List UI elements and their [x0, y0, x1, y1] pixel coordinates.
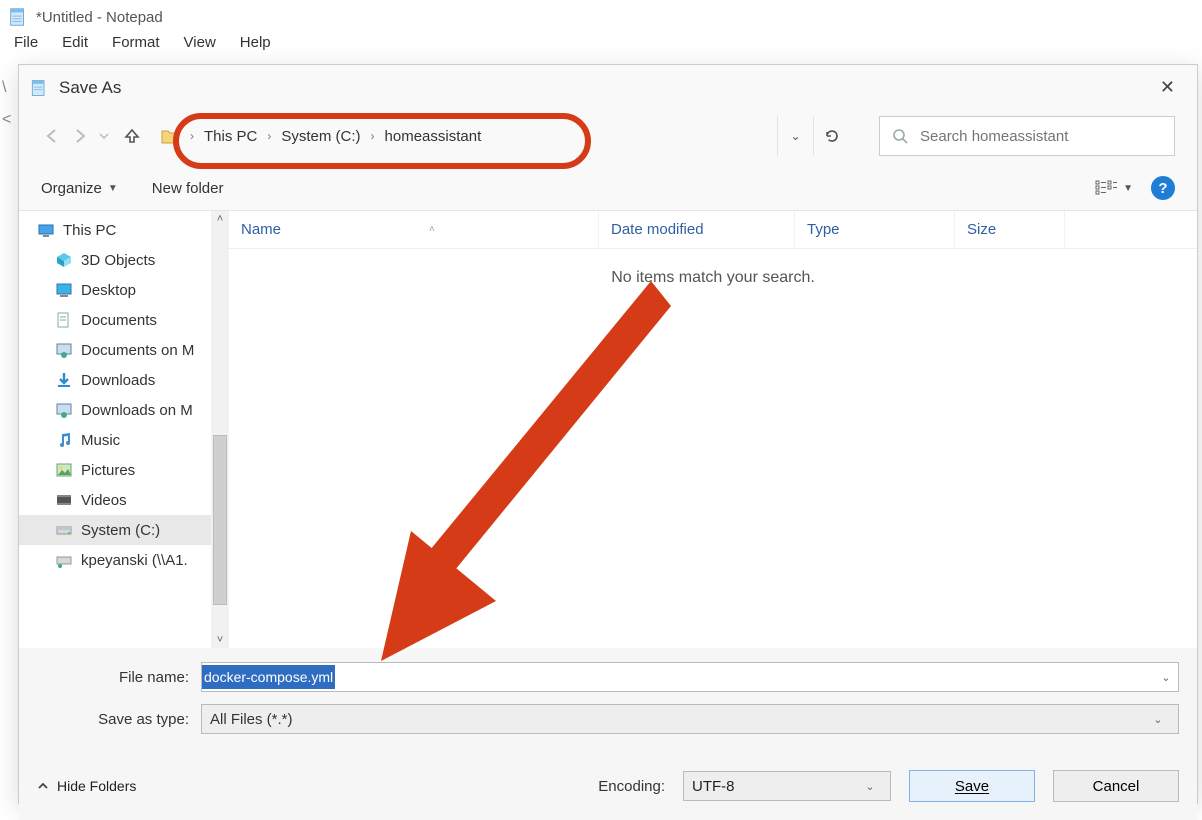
tree-scrollbar[interactable]: ˄ ˅	[211, 211, 229, 648]
chevron-right-icon[interactable]: ›	[267, 129, 271, 143]
tree-item-label: System (C:)	[81, 522, 160, 539]
tree-item-label: Downloads	[81, 372, 155, 389]
chevron-up-icon	[37, 780, 49, 792]
address-bar[interactable]: › This PC › System (C:) › homeassistant	[149, 116, 771, 156]
tree-item[interactable]: Documents	[19, 305, 229, 335]
search-box[interactable]	[879, 116, 1175, 156]
file-name-label: File name:	[37, 669, 201, 686]
tree-item-label: This PC	[63, 222, 116, 239]
view-options-button[interactable]: ▼	[1095, 179, 1133, 197]
tree-item[interactable]: kpeyanski (\\A1.	[19, 545, 229, 575]
help-icon[interactable]: ?	[1151, 176, 1175, 200]
forward-icon[interactable]	[69, 125, 91, 147]
address-dropdown-button[interactable]: ⌄	[777, 116, 813, 156]
menu-help[interactable]: Help	[240, 34, 271, 51]
tree-item[interactable]: Documents on M	[19, 335, 229, 365]
chevron-down-icon[interactable]: ⌄	[1154, 671, 1178, 684]
chevron-right-icon[interactable]: ›	[371, 129, 375, 143]
menu-file[interactable]: File	[14, 34, 38, 51]
tree-item[interactable]: Downloads on M	[19, 395, 229, 425]
tree-item[interactable]: 3D Objects	[19, 245, 229, 275]
notepad-edge-chars: \<	[0, 78, 14, 820]
cancel-button[interactable]: Cancel	[1053, 770, 1179, 802]
save-as-dialog: Save As ✕ › This PC › System (C:)	[18, 64, 1198, 804]
tree-item[interactable]: This PC	[19, 215, 229, 245]
menu-edit[interactable]: Edit	[62, 34, 88, 51]
organize-button[interactable]: Organize ▼	[41, 180, 118, 197]
encoding-value: UTF-8	[692, 778, 735, 795]
tree-item[interactable]: Desktop	[19, 275, 229, 305]
notepad-titlebar: *Untitled - Notepad	[0, 0, 1202, 30]
scroll-thumb[interactable]	[213, 435, 227, 605]
tree-item-label: Pictures	[81, 462, 135, 479]
chevron-down-icon: ⌄	[858, 780, 882, 793]
recent-dropdown-icon[interactable]	[93, 125, 115, 147]
search-input[interactable]	[918, 127, 1162, 146]
column-name[interactable]: Name ˄	[229, 211, 599, 248]
dialog-titlebar: Save As ✕	[19, 65, 1197, 106]
new-folder-button[interactable]: New folder	[152, 180, 224, 197]
encoding-select[interactable]: UTF-8 ⌄	[683, 771, 891, 801]
toolbar: Organize ▼ New folder ▼ ?	[19, 166, 1197, 210]
sort-up-icon: ˄	[429, 224, 435, 235]
notepad-icon	[29, 78, 49, 98]
folder-icon	[160, 126, 180, 146]
list-header: Name ˄ Date modified Type Size	[229, 211, 1197, 249]
tree-item-label: Documents	[81, 312, 157, 329]
chevron-right-icon[interactable]: ›	[190, 129, 194, 143]
folder-tree: This PC 3D Objects Desktop Documents Documen…	[19, 211, 229, 648]
tree-item-label: Music	[81, 432, 120, 449]
empty-message: No items match your search.	[611, 269, 815, 287]
tree-item-label: Documents on M	[81, 342, 194, 359]
file-list: Name ˄ Date modified Type Size No items …	[229, 211, 1197, 648]
save-as-type-label: Save as type:	[37, 711, 201, 728]
tree-item[interactable]: Music	[19, 425, 229, 455]
close-icon[interactable]: ✕	[1152, 75, 1183, 100]
dialog-title: Save As	[59, 78, 121, 98]
up-icon[interactable]	[121, 125, 143, 147]
menu-format[interactable]: Format	[112, 34, 160, 51]
file-name-value[interactable]: docker-compose.yml	[202, 665, 335, 689]
tree-item[interactable]: Videos	[19, 485, 229, 515]
bottom-panel: File name: docker-compose.yml ⌄ Save as …	[19, 648, 1197, 820]
chevron-down-icon: ▼	[108, 183, 118, 194]
breadcrumb-homeassistant[interactable]: homeassistant	[385, 128, 482, 145]
encoding-label: Encoding:	[598, 778, 665, 795]
tree-item[interactable]: Downloads	[19, 365, 229, 395]
tree-item-label: Videos	[81, 492, 127, 509]
breadcrumb-system-c[interactable]: System (C:)	[281, 128, 360, 145]
tree-item[interactable]: System (C:)	[19, 515, 229, 545]
notepad-icon	[8, 6, 28, 28]
menu-bar: File Edit Format View Help	[0, 30, 1202, 59]
tree-item-label: Downloads on M	[81, 402, 193, 419]
view-list-icon	[1095, 179, 1117, 197]
column-date[interactable]: Date modified	[599, 211, 795, 248]
tree-item-label: Desktop	[81, 282, 136, 299]
search-icon	[892, 128, 908, 144]
nav-row: › This PC › System (C:) › homeassistant …	[19, 106, 1197, 166]
address-bar-buttons: ⌄	[777, 116, 849, 156]
tree-item[interactable]: Pictures	[19, 455, 229, 485]
chevron-down-icon: ▼	[1123, 183, 1133, 194]
file-name-field[interactable]: docker-compose.yml ⌄	[201, 662, 1179, 692]
hide-folders-label: Hide Folders	[57, 778, 136, 794]
save-button[interactable]: Save	[909, 770, 1035, 802]
breadcrumb-this-pc[interactable]: This PC	[204, 128, 257, 145]
tree-item-label: kpeyanski (\\A1.	[81, 552, 188, 569]
save-as-type-select[interactable]: All Files (*.*) ⌄	[201, 704, 1179, 734]
notepad-title: *Untitled - Notepad	[36, 9, 163, 26]
refresh-button[interactable]	[813, 116, 849, 156]
tree-item-label: 3D Objects	[81, 252, 155, 269]
menu-view[interactable]: View	[184, 34, 216, 51]
chevron-down-icon: ⌄	[1146, 713, 1170, 726]
organize-label: Organize	[41, 180, 102, 197]
back-icon[interactable]	[41, 125, 63, 147]
column-size[interactable]: Size	[955, 211, 1065, 248]
hide-folders-button[interactable]: Hide Folders	[37, 778, 136, 794]
scroll-up-icon[interactable]: ˄	[215, 211, 225, 227]
column-type[interactable]: Type	[795, 211, 955, 248]
scroll-down-icon[interactable]: ˅	[215, 632, 225, 648]
save-as-type-value: All Files (*.*)	[210, 711, 293, 728]
